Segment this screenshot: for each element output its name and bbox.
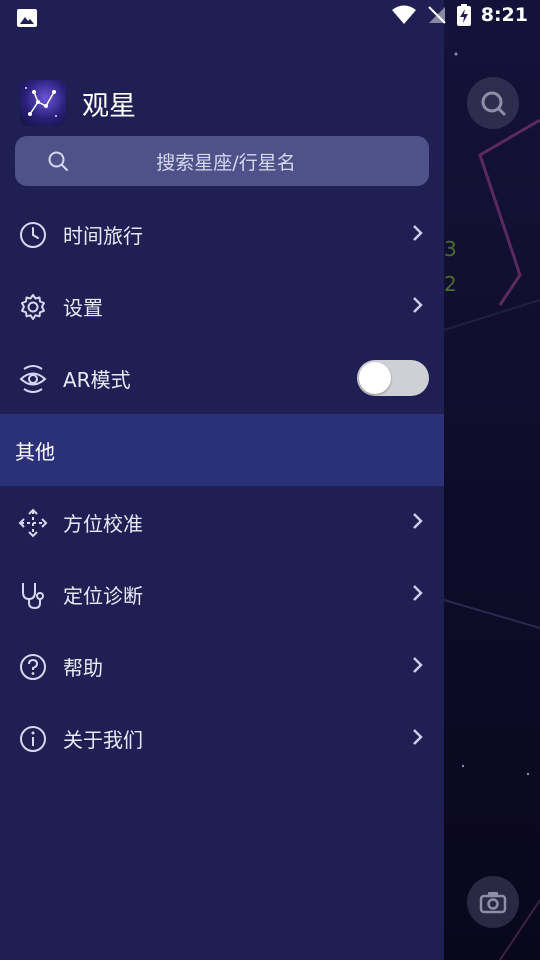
app-logo [20, 80, 66, 126]
menu-item-location-diagnosis[interactable]: 定位诊断 [0, 558, 444, 630]
help-icon [18, 652, 48, 682]
chevron-right-icon [410, 656, 424, 678]
info-icon [18, 724, 48, 754]
search-icon [47, 150, 69, 176]
wifi-icon [391, 5, 416, 24]
star [526, 772, 530, 776]
gear-icon [18, 292, 48, 322]
chevron-right-icon [410, 224, 424, 246]
background-number: 2 [444, 272, 457, 296]
menu-item-calibrate[interactable]: 方位校准 [0, 486, 444, 558]
menu-label: 定位诊断 [63, 583, 143, 608]
menu-label: AR模式 [63, 367, 131, 392]
status-bar: 8:21 [0, 0, 540, 36]
app-header: 观星 [20, 80, 136, 126]
menu-label: 方位校准 [63, 511, 143, 536]
menu-label: 时间旅行 [63, 223, 143, 248]
toggle-knob [359, 362, 391, 394]
move-arrows-icon [18, 508, 48, 538]
search-icon [481, 91, 506, 116]
navigation-drawer: 观星 搜索星座/行星名 时间旅行 设置 AR模式 其他 方位校准 定位诊断 帮助… [0, 0, 444, 960]
chevron-right-icon [410, 296, 424, 318]
ar-eye-icon [18, 364, 48, 394]
ar-mode-toggle[interactable] [357, 360, 429, 396]
chevron-right-icon [410, 512, 424, 534]
chevron-right-icon [410, 728, 424, 750]
menu-label: 关于我们 [63, 727, 143, 752]
battery-charging-icon [456, 4, 471, 26]
menu-item-time-travel[interactable]: 时间旅行 [0, 198, 444, 270]
no-signal-icon [428, 6, 446, 24]
menu-label: 帮助 [63, 655, 103, 680]
clock-icon [18, 220, 48, 250]
stethoscope-icon [18, 580, 48, 610]
status-time: 8:21 [480, 4, 528, 26]
section-header-other: 其他 [0, 414, 444, 486]
app-title: 观星 [82, 90, 136, 122]
menu-item-about[interactable]: 关于我们 [0, 702, 444, 774]
chevron-right-icon [410, 584, 424, 606]
search-input[interactable]: 搜索星座/行星名 [15, 136, 429, 186]
menu-label: 设置 [63, 295, 103, 320]
menu-item-help[interactable]: 帮助 [0, 630, 444, 702]
menu-item-settings[interactable]: 设置 [0, 270, 444, 342]
background-number: 3 [444, 237, 457, 261]
section-label: 其他 [15, 439, 55, 464]
bg-search-button[interactable] [467, 77, 519, 129]
search-placeholder: 搜索星座/行星名 [156, 151, 296, 174]
camera-icon [479, 892, 507, 914]
bg-camera-button[interactable] [467, 876, 519, 928]
image-notification-icon [17, 9, 37, 27]
star [454, 52, 458, 56]
constellation-logo-icon [25, 87, 57, 117]
star [461, 764, 465, 768]
